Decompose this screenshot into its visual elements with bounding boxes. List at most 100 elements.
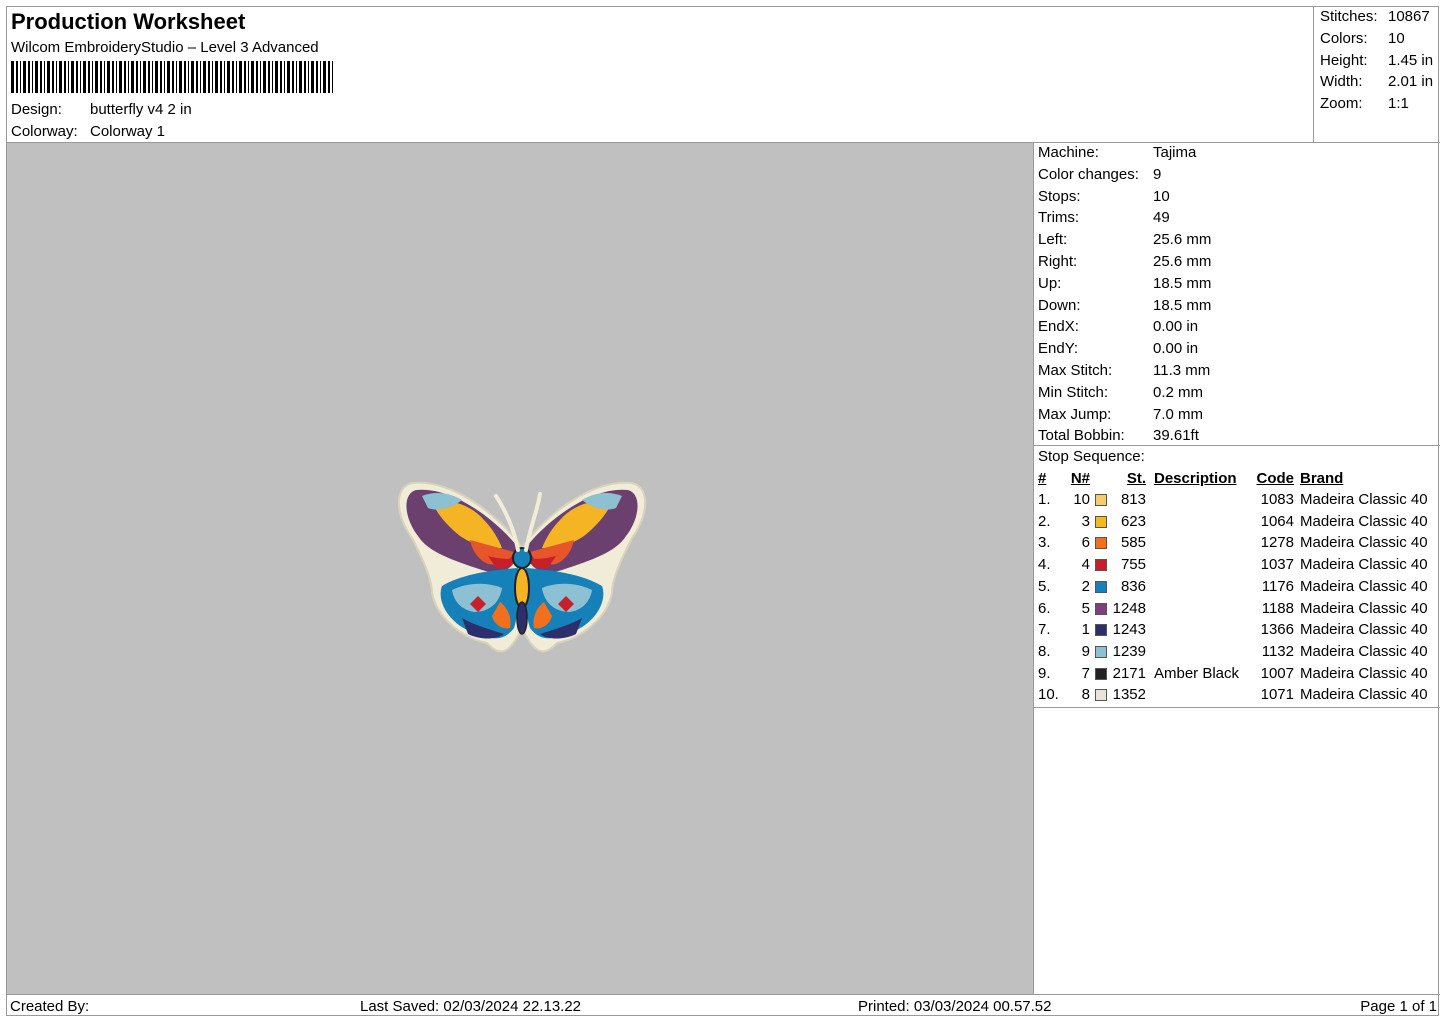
printed-date: Printed: 03/03/2024 00.57.52 — [858, 998, 1052, 1015]
row-index: 8. — [1038, 642, 1051, 660]
row-brand: Madeira Classic 40 — [1300, 664, 1428, 682]
row-brand: Madeira Classic 40 — [1300, 534, 1428, 552]
last-saved: Last Saved: 02/03/2024 22.13.22 — [360, 998, 582, 1015]
machine-info-row: Min Stitch: 0.2 mm — [1038, 384, 1203, 401]
thread-color-swatch — [1095, 667, 1107, 680]
barcode-bar — [160, 61, 162, 93]
col-header-needle: N# — [1070, 470, 1090, 487]
machine-info-value: 7.0 mm — [1153, 405, 1204, 423]
machine-info-row: Trims: 49 — [1038, 209, 1170, 226]
barcode-bar — [224, 61, 225, 93]
row-code: 1037 — [1260, 556, 1294, 574]
machine-info-label: Color changes: — [1038, 165, 1139, 183]
row-index: 6. — [1038, 599, 1051, 617]
row-needle: 1 — [1081, 621, 1090, 639]
machine-info-label: Down: — [1038, 296, 1081, 314]
barcode-bar — [23, 61, 26, 93]
barcode-bar — [92, 61, 93, 93]
barcode-bar — [196, 61, 198, 93]
design-label: Design: — [11, 101, 62, 118]
row-index: 9. — [1038, 664, 1051, 682]
row-brand: Madeira Classic 40 — [1300, 686, 1428, 704]
barcode-bar — [212, 61, 213, 93]
barcode-bar — [280, 61, 282, 93]
stop-sequence-row: 7. 1 1243 1366 Madeira Classic 40 — [1038, 621, 1436, 641]
barcode-bar — [52, 61, 54, 93]
barcode-bar — [16, 61, 18, 93]
machine-info-label: Total Bobbin: — [1038, 427, 1125, 445]
barcode-bar — [268, 61, 270, 93]
barcode-bar — [131, 61, 134, 93]
barcode-bar — [28, 61, 30, 93]
barcode-bar — [76, 61, 78, 93]
barcode-bar — [68, 61, 69, 93]
thread-color-swatch — [1095, 624, 1107, 637]
stop-sequence-row: 3. 6 585 1278 Madeira Classic 40 — [1038, 534, 1436, 554]
machine-info-value: 9 — [1153, 165, 1162, 183]
machine-info-row: Up: 18.5 mm — [1038, 275, 1211, 292]
stop-sequence-row: 9. 7 2171 Amber Black 1007 Madeira Classic 40 — [1038, 665, 1436, 685]
col-header-index: # — [1038, 470, 1047, 487]
barcode-bar — [140, 61, 141, 93]
barcode-bar — [143, 61, 146, 93]
worksheet-header: Production Worksheet Wilcom EmbroiderySt… — [7, 7, 1314, 143]
design-stats: Stitches: 10867 Colors: 10 Height: 1.45 in … — [1314, 7, 1440, 143]
row-index: 2. — [1038, 512, 1051, 530]
barcode-bar — [95, 61, 98, 93]
machine-info-value: 0.00 in — [1153, 340, 1199, 358]
stop-sequence-title: Stop Sequence: — [1038, 448, 1145, 465]
machine-info-row: Machine: Tajima — [1038, 144, 1196, 161]
machine-info-label: Stops: — [1038, 187, 1081, 205]
barcode-bar — [172, 61, 174, 93]
machine-info-row: Max Jump: 7.0 mm — [1038, 406, 1203, 423]
col-header-stitches: St. — [1126, 470, 1146, 487]
colorway-row: Colorway: Colorway 1 — [11, 123, 165, 140]
barcode-bar — [104, 61, 105, 93]
machine-info-label: EndY: — [1038, 340, 1079, 358]
page-number: Page 1 of 1 — [1360, 998, 1437, 1015]
row-brand: Madeira Classic 40 — [1300, 642, 1428, 660]
machine-info-row: Total Bobbin: 39.61ft — [1038, 427, 1199, 444]
machine-info-row: Stops: 10 — [1038, 188, 1170, 205]
machine-info-label: Trims: — [1038, 209, 1080, 227]
row-needle: 7 — [1081, 664, 1090, 682]
row-index: 1. — [1038, 491, 1051, 508]
barcode-bar — [152, 61, 153, 93]
machine-info-label: Min Stitch: — [1038, 383, 1109, 401]
worksheet: Production Worksheet Wilcom EmbroiderySt… — [6, 6, 1440, 1016]
barcode-bar — [275, 61, 278, 93]
machine-info-value: 25.6 mm — [1153, 231, 1212, 249]
barcode-bar — [292, 61, 294, 93]
machine-info-row: Color changes: 9 — [1038, 166, 1161, 183]
barcode-bar — [124, 61, 126, 93]
machine-info-value: 0.2 mm — [1153, 383, 1204, 401]
barcode-bar — [56, 61, 57, 93]
barcode-bar — [116, 61, 117, 93]
barcode-bar — [284, 61, 285, 93]
thread-color-swatch — [1095, 689, 1107, 702]
row-needle: 10 — [1073, 491, 1090, 508]
row-brand: Madeira Classic 40 — [1300, 512, 1428, 530]
barcode-bar — [208, 61, 210, 93]
row-brand: Madeira Classic 40 — [1300, 577, 1428, 595]
barcode-bar — [176, 61, 177, 93]
created-by: Created By: — [10, 998, 90, 1015]
stop-sequence-row: 6. 5 1248 1188 Madeira Classic 40 — [1038, 600, 1436, 620]
row-needle: 3 — [1081, 512, 1090, 530]
barcode-bar — [203, 61, 206, 93]
barcode-bar — [323, 61, 326, 93]
barcode-bar — [164, 61, 165, 93]
machine-info-row: Right: 25.6 mm — [1038, 253, 1211, 270]
stop-sequence-row: 1. 10 813 1083 Madeira Classic 40 — [1038, 491, 1436, 511]
barcode-bar — [232, 61, 234, 93]
barcode-bar — [263, 61, 266, 93]
design-value: butterfly v4 2 in — [90, 101, 192, 118]
info-panel: Machine: Tajima Color changes: 9 Stops: 10 Tri… — [1034, 143, 1440, 994]
machine-info-row: Down: 18.5 mm — [1038, 297, 1211, 314]
machine-info-row: EndX: 0.00 in — [1038, 318, 1198, 335]
barcode-bar — [112, 61, 114, 93]
row-needle: 4 — [1081, 556, 1090, 574]
barcode-bar — [215, 61, 218, 93]
stop-sequence-row: 4. 4 755 1037 Madeira Classic 40 — [1038, 556, 1436, 576]
machine-info-value: 11.3 mm — [1153, 362, 1211, 379]
